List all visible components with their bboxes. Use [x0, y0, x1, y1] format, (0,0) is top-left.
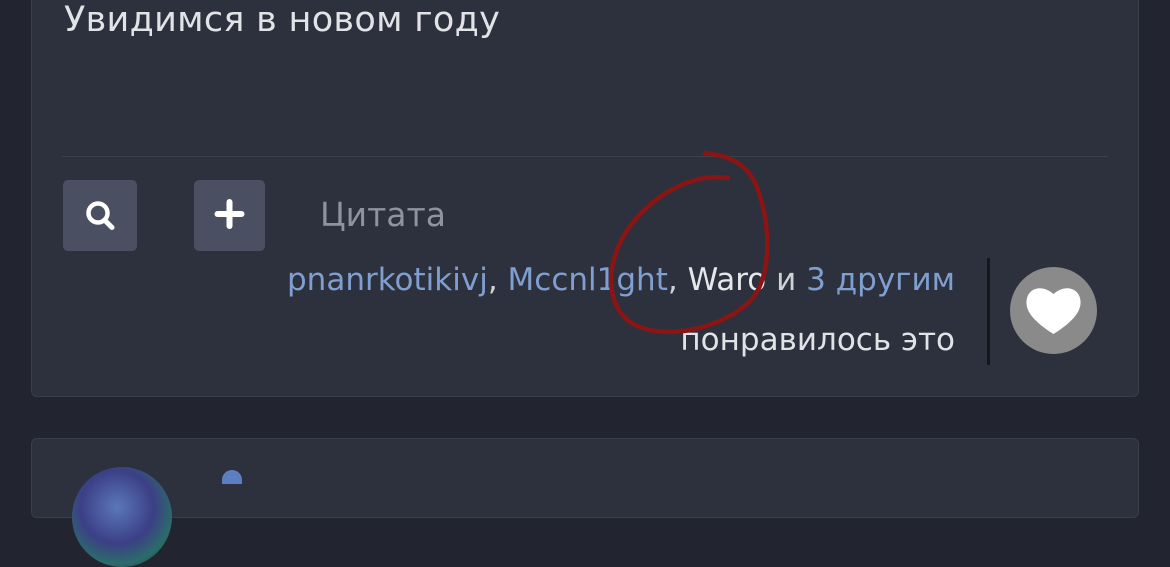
quote-button[interactable]: Цитата — [320, 195, 446, 234]
liker-conjunction: и — [766, 262, 807, 298]
search-button[interactable] — [63, 180, 137, 251]
liker-link[interactable]: pnanrkotikivj — [287, 262, 488, 298]
avatar[interactable] — [72, 467, 172, 567]
add-button[interactable] — [194, 180, 265, 251]
heart-icon — [1026, 288, 1081, 334]
reaction-divider — [987, 258, 990, 365]
like-button[interactable] — [1010, 267, 1097, 354]
search-icon — [86, 201, 115, 230]
liker-separator: , — [667, 262, 688, 298]
post-body-text: Увидимся в новом году — [64, 0, 501, 40]
likes-suffix: понравилось это — [680, 322, 955, 358]
post-divider — [62, 156, 1108, 157]
liker-name: Waro — [687, 262, 767, 298]
likes-summary: pnanrkotikivj, Mccnl1ght, Waro и 3 други… — [287, 262, 955, 298]
liker-link[interactable]: Mccnl1ght — [508, 262, 668, 298]
next-post-author-glyph — [222, 470, 242, 484]
plus-icon — [214, 199, 245, 229]
others-link[interactable]: 3 другим — [806, 262, 955, 298]
next-post-card — [31, 438, 1139, 518]
liker-separator: , — [487, 262, 508, 298]
